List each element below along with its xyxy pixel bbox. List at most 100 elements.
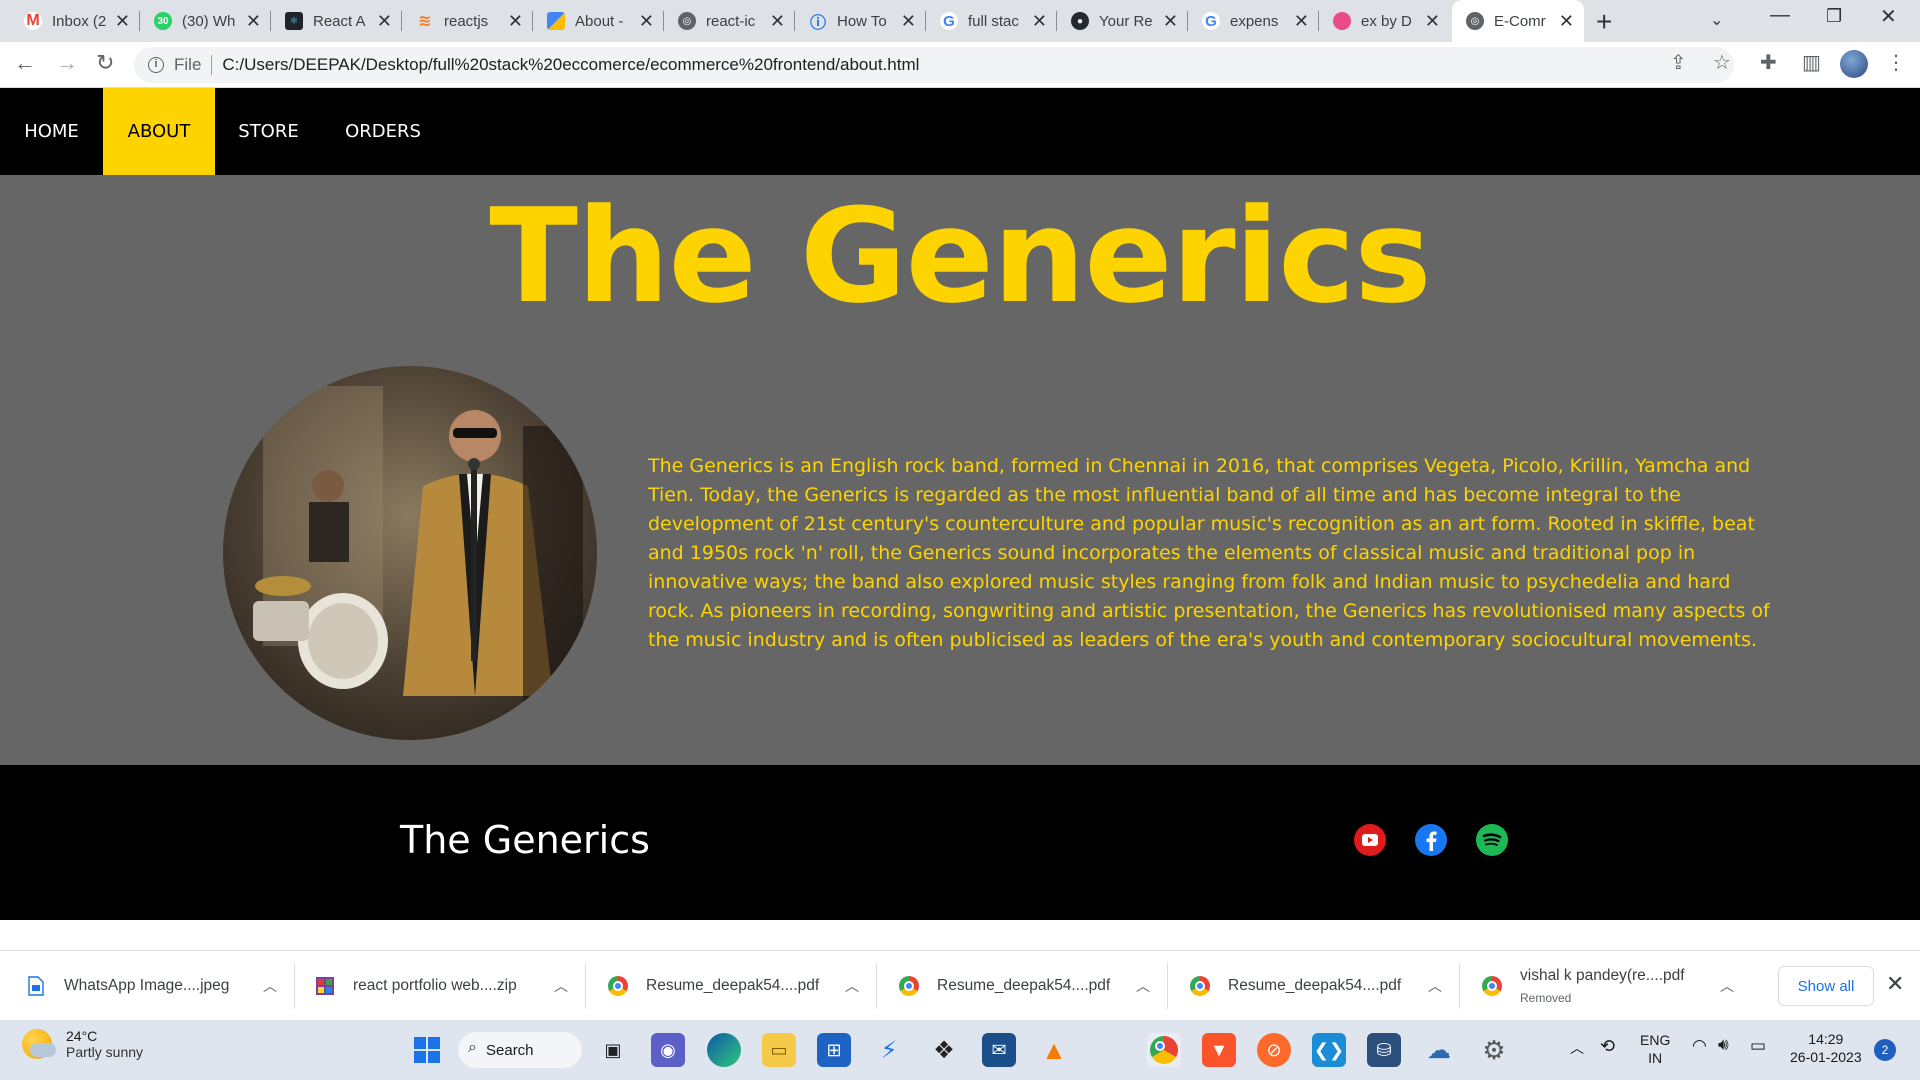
page-icon: ⓘ xyxy=(809,15,826,32)
bookmark-star-icon[interactable]: ☆ xyxy=(1713,50,1731,75)
microsoft-store-icon[interactable]: ⊞ xyxy=(817,1033,851,1067)
tab-react[interactable]: ⚛ React A ✕ xyxy=(271,0,402,42)
brave-icon[interactable]: ▼ xyxy=(1202,1033,1236,1067)
close-icon[interactable]: ✕ xyxy=(1294,11,1309,32)
facebook-icon[interactable] xyxy=(1415,824,1447,856)
close-icon[interactable]: ✕ xyxy=(639,11,654,32)
tab-dribbble[interactable]: ex by D ✕ xyxy=(1319,0,1450,42)
nav-store[interactable]: STORE xyxy=(215,88,322,175)
wifi-icon[interactable]: ◠ xyxy=(1692,1036,1707,1056)
nav-orders[interactable]: ORDERS xyxy=(322,88,444,175)
google-icon: G xyxy=(1202,12,1220,30)
chevron-up-icon[interactable]: ︿ xyxy=(554,976,568,996)
dribbble-icon xyxy=(1333,12,1351,30)
globe-icon: ◎ xyxy=(1466,12,1484,30)
tab-full-stack[interactable]: G full stac ✕ xyxy=(926,0,1057,42)
forward-icon[interactable]: → xyxy=(56,50,78,76)
mail-icon[interactable]: ✉ xyxy=(982,1033,1016,1067)
close-icon[interactable]: ✕ xyxy=(1425,11,1440,32)
azure-data-studio-icon[interactable]: ⚡ xyxy=(872,1033,906,1067)
close-icon[interactable]: ✕ xyxy=(508,11,523,32)
network-app-icon[interactable]: ☁ xyxy=(1422,1033,1456,1067)
task-view-icon[interactable]: ▣ xyxy=(596,1033,630,1067)
tab-how-to[interactable]: ⓘ How To ✕ xyxy=(795,0,926,42)
clock[interactable]: 14:29 26-01-2023 xyxy=(1790,1030,1862,1066)
extensions-icon[interactable]: ✚ xyxy=(1760,50,1777,75)
github-icon: ● xyxy=(1071,12,1089,30)
download-item[interactable]: Resume_deepak54....pdf ︿ xyxy=(1168,951,1460,1021)
vlc-icon[interactable]: ▲ xyxy=(1037,1033,1071,1067)
battery-icon[interactable]: ▭ xyxy=(1750,1036,1766,1056)
close-icon[interactable]: ✕ xyxy=(1032,11,1047,32)
chevron-up-icon[interactable]: ︿ xyxy=(1136,976,1150,996)
chrome-icon xyxy=(1482,976,1502,996)
dropbox-icon[interactable]: ❖ xyxy=(927,1033,961,1067)
nav-home[interactable]: HOME xyxy=(0,88,103,175)
google-icon: G xyxy=(940,12,958,30)
back-icon[interactable]: ← xyxy=(14,50,36,76)
tab-github[interactable]: ● Your Re ✕ xyxy=(1057,0,1188,42)
tab-search-icon[interactable]: ⌄ xyxy=(1710,10,1723,30)
show-all-downloads-button[interactable]: Show all xyxy=(1778,966,1874,1006)
tab-react-icons[interactable]: ◎ react-ic ✕ xyxy=(664,0,795,42)
sync-icon[interactable]: ⟲ xyxy=(1600,1036,1615,1057)
site-info-icon[interactable]: i xyxy=(148,57,164,73)
chevron-up-icon[interactable]: ︿ xyxy=(1720,976,1734,996)
close-window-button[interactable]: ✕ xyxy=(1880,4,1897,29)
close-icon[interactable]: ✕ xyxy=(901,11,916,32)
close-icon[interactable]: ✕ xyxy=(377,11,392,32)
tab-gmail[interactable]: M Inbox (2 ✕ xyxy=(10,0,140,42)
download-item[interactable]: Resume_deepak54....pdf ︿ xyxy=(877,951,1168,1021)
globe-icon: ◎ xyxy=(678,12,696,30)
mysql-workbench-icon[interactable]: ⛁ xyxy=(1367,1033,1401,1067)
edge-icon[interactable] xyxy=(707,1033,741,1067)
download-item[interactable]: vishal k pandey(re....pdf Removed ︿ xyxy=(1460,951,1752,1021)
close-icon[interactable]: ✕ xyxy=(115,11,130,32)
download-item[interactable]: WhatsApp Image....jpeg ︿ xyxy=(0,951,295,1021)
chevron-up-icon[interactable]: ︿ xyxy=(263,976,277,996)
band-photo xyxy=(223,366,597,740)
settings-icon[interactable]: ⚙ xyxy=(1477,1033,1511,1067)
teams-chat-icon[interactable]: ◉ xyxy=(651,1033,685,1067)
tray-overflow-icon[interactable]: ︿ xyxy=(1570,1038,1584,1058)
profile-avatar[interactable] xyxy=(1840,50,1868,78)
spotify-icon[interactable] xyxy=(1476,824,1508,856)
download-item[interactable]: react portfolio web....zip ︿ xyxy=(295,951,586,1021)
volume-icon[interactable]: 🔊︎ xyxy=(1718,1035,1729,1055)
side-panel-icon[interactable]: ▥ xyxy=(1802,50,1821,75)
close-icon[interactable]: ✕ xyxy=(770,11,785,32)
close-icon[interactable]: ✕ xyxy=(246,11,261,32)
download-item[interactable]: Resume_deepak54....pdf ︿ xyxy=(586,951,877,1021)
tab-stackoverflow[interactable]: ≋ reactjs ✕ xyxy=(402,0,533,42)
file-explorer-icon[interactable]: ▭ xyxy=(762,1033,796,1067)
tab-whatsapp[interactable]: 30 (30) Wh ✕ xyxy=(140,0,271,42)
menu-icon[interactable]: ⋮ xyxy=(1886,50,1906,75)
close-icon[interactable]: ✕ xyxy=(1559,11,1574,32)
youtube-icon[interactable] xyxy=(1354,824,1386,856)
share-icon[interactable]: ⇪ xyxy=(1670,50,1687,75)
minimize-button[interactable]: — xyxy=(1770,4,1790,27)
weather-widget[interactable]: 24°C Partly sunny xyxy=(22,1028,143,1060)
postman-icon[interactable]: ⊘ xyxy=(1257,1033,1291,1067)
chevron-up-icon[interactable]: ︿ xyxy=(845,976,859,996)
restore-button[interactable]: ❐ xyxy=(1826,6,1842,27)
chrome-icon xyxy=(608,976,628,996)
taskbar-search[interactable]: ⌕ Search xyxy=(458,1032,582,1068)
nav-about[interactable]: ABOUT xyxy=(103,88,215,175)
tab-about[interactable]: About - ✕ xyxy=(533,0,664,42)
about-page: HOME ABOUT STORE ORDERS The Generics The… xyxy=(0,88,1920,950)
close-shelf-icon[interactable]: ✕ xyxy=(1886,971,1904,997)
new-tab-button[interactable]: + xyxy=(1596,6,1612,38)
close-icon[interactable]: ✕ xyxy=(1163,11,1178,32)
page-bottom-whitespace xyxy=(0,920,1920,950)
vscode-icon[interactable]: ❮❯ xyxy=(1312,1033,1346,1067)
chevron-up-icon[interactable]: ︿ xyxy=(1428,976,1442,996)
tab-ecommerce-active[interactable]: ◎ E-Comr ✕ xyxy=(1452,0,1584,42)
reload-icon[interactable]: ↻ xyxy=(96,50,114,76)
language-indicator[interactable]: ENG IN xyxy=(1640,1031,1670,1067)
address-bar[interactable]: i File C:/Users/DEEPAK/Desktop/full%20st… xyxy=(134,47,1734,83)
start-icon[interactable] xyxy=(410,1033,444,1067)
chrome-taskbar-icon[interactable] xyxy=(1147,1033,1181,1067)
notification-badge[interactable]: 2 xyxy=(1874,1039,1896,1061)
tab-expense[interactable]: G expens ✕ xyxy=(1188,0,1319,42)
